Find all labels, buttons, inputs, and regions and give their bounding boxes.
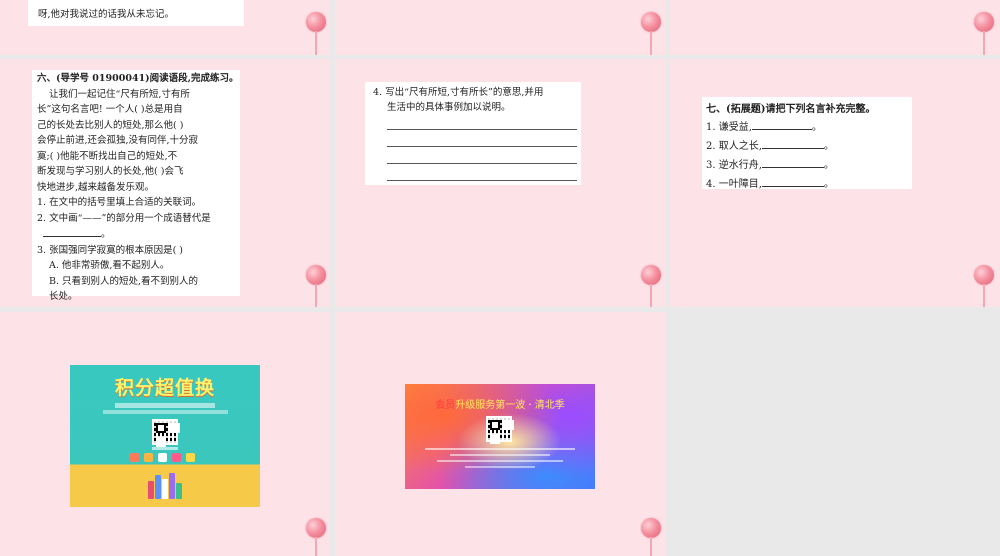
question-1: 1. 在文中的括号里填上合适的关联词。	[37, 197, 202, 208]
answer-line[interactable]	[387, 180, 577, 181]
answer-line[interactable]	[387, 163, 577, 164]
proverb-item: 4. 一叶障目,。	[706, 175, 912, 194]
answer-blank[interactable]	[751, 119, 812, 130]
banner-title: 会员升级服务第一波 · 清北季	[435, 400, 565, 411]
lollipop-icon	[305, 518, 327, 556]
question-4: 4. 写出“尺有所短,寸有所长”的意思,并用	[373, 87, 544, 98]
proverb-item: 3. 逆水行舟,。	[706, 156, 912, 175]
section-heading: 七、(拓展题)请把下列名言补充完整。	[706, 104, 876, 115]
banner-title: 积分超值换	[114, 377, 215, 399]
feature-icon	[144, 453, 153, 462]
section-heading: 六、(导学号 01900041)阅读语段,完成练习。	[37, 73, 239, 84]
slide-mid-center[interactable]: 4. 写出“尺有所短,寸有所长”的意思,并用 生活中的具体事例加以说明。	[335, 59, 665, 307]
qr-code-icon	[486, 416, 512, 442]
answer-blank[interactable]	[761, 176, 824, 187]
text-line: 呀,他对我说过的话我从未忘记。	[38, 9, 175, 20]
lollipop-icon	[973, 12, 995, 55]
question-2-blank: 。	[37, 226, 240, 243]
qr-code-icon	[152, 419, 178, 445]
slide-top-center[interactable]	[335, 0, 665, 55]
proverb-card: 七、(拓展题)请把下列名言补充完整。 1. 谦受益,。 2. 取人之长,。 3.…	[702, 97, 912, 190]
passage-line: 己的长处去比别人的短处,那么他( )	[37, 119, 184, 131]
passage-line: 断发现与学习别人的长处,他( )会飞	[37, 166, 184, 177]
passage-line: 快地进步,越来越备发乐观。	[37, 181, 155, 193]
proverb-item: 2. 取人之长,。	[706, 137, 912, 156]
question-card: 4. 写出“尺有所短,寸有所长”的意思,并用 生活中的具体事例加以说明。	[365, 82, 581, 185]
option-b-cont: 长处。	[49, 291, 78, 302]
question-3: 3. 张国强同学寂寞的根本原因是( )	[37, 244, 184, 256]
text-card: 呀,他对我说过的话我从未忘记。	[28, 0, 244, 26]
question-2: 2. 文中画“——”的部分用一个成语替代是	[37, 212, 211, 224]
feature-icon	[172, 453, 181, 462]
answer-blank[interactable]	[761, 138, 824, 149]
lollipop-icon	[305, 12, 327, 55]
slide-bottom-right-empty	[670, 312, 1000, 556]
banner-fine-print	[423, 446, 577, 468]
question-4-cont: 生活中的具体事例加以说明。	[387, 102, 511, 113]
passage-line: 寞;( )他能不断找出自己的短处,不	[37, 150, 178, 162]
lollipop-icon	[640, 265, 662, 307]
membership-upgrade-banner[interactable]: 会员升级服务第一波 · 清北季	[405, 384, 595, 489]
feature-icons	[130, 453, 210, 463]
answer-lines[interactable]	[387, 129, 577, 197]
lollipop-icon	[305, 265, 327, 307]
feature-icon	[186, 453, 195, 462]
slide-top-right[interactable]	[670, 0, 1000, 55]
books-icon	[148, 469, 188, 499]
lollipop-icon	[640, 12, 662, 55]
lollipop-icon	[973, 265, 995, 307]
answer-blank[interactable]	[43, 226, 101, 237]
slide-mid-right[interactable]: 七、(拓展题)请把下列名言补充完整。 1. 谦受益,。 2. 取人之长,。 3.…	[670, 59, 1000, 307]
option-a: A. 他非常骄傲,看不起别人。	[49, 260, 170, 271]
reading-card: 六、(导学号 01900041)阅读语段,完成练习。 让我们一起记住“尺有所短,…	[32, 70, 240, 302]
lollipop-icon	[640, 518, 662, 556]
points-exchange-banner[interactable]: 积分超值换	[70, 365, 260, 507]
option-b: B. 只看到别人的短处,看不到别人的	[49, 275, 199, 287]
slide-mid-left[interactable]: 六、(导学号 01900041)阅读语段,完成练习。 让我们一起记住“尺有所短,…	[0, 59, 330, 307]
answer-blank[interactable]	[761, 157, 824, 168]
slide-top-left[interactable]: 呀,他对我说过的话我从未忘记。	[0, 0, 330, 55]
proverb-item: 1. 谦受益,。	[706, 118, 912, 137]
passage-line: 长”这句名言吧! 一个人( )总是用自	[37, 104, 183, 115]
passage-line: 让我们一起记住“尺有所短,寸有所	[49, 88, 190, 100]
answer-line[interactable]	[387, 146, 577, 147]
passage-line: 会停止前进,还会孤独,没有同伴,十分寂	[37, 135, 199, 146]
answer-line[interactable]	[387, 129, 577, 130]
feature-icon	[158, 453, 167, 462]
banner-fine-print	[100, 403, 230, 414]
feature-icon	[130, 453, 139, 462]
qr-label	[140, 447, 190, 450]
